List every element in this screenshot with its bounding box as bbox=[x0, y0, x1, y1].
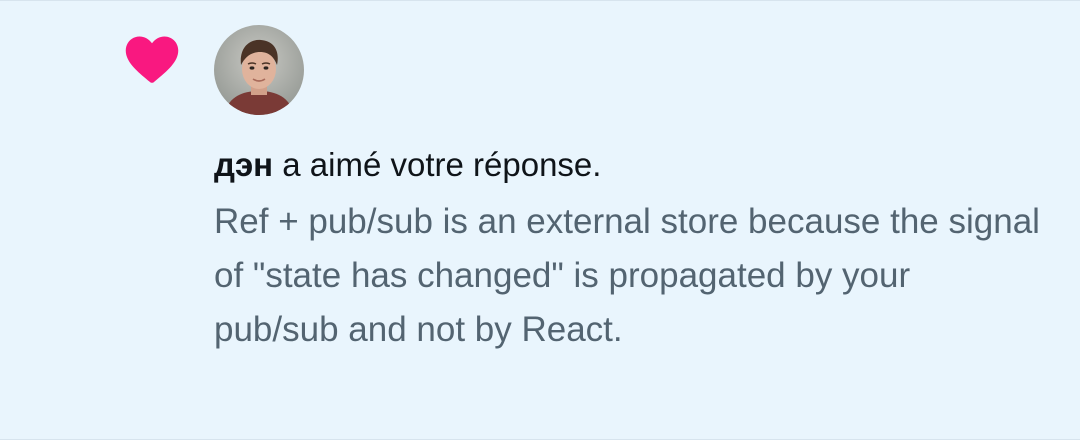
heart-icon bbox=[125, 36, 179, 83]
reply-text[interactable]: Ref + pub/sub is an external store becau… bbox=[214, 195, 1044, 357]
user-name-link[interactable]: дэн bbox=[214, 146, 273, 183]
user-avatar[interactable] bbox=[214, 25, 304, 115]
notification-headline: дэн a aimé votre réponse. bbox=[214, 141, 1044, 189]
like-notification[interactable]: дэн a aimé votre réponse. Ref + pub/sub … bbox=[0, 0, 1080, 440]
notification-content: дэн a aimé votre réponse. Ref + pub/sub … bbox=[214, 141, 1044, 357]
action-text: a aimé votre réponse. bbox=[273, 146, 602, 183]
